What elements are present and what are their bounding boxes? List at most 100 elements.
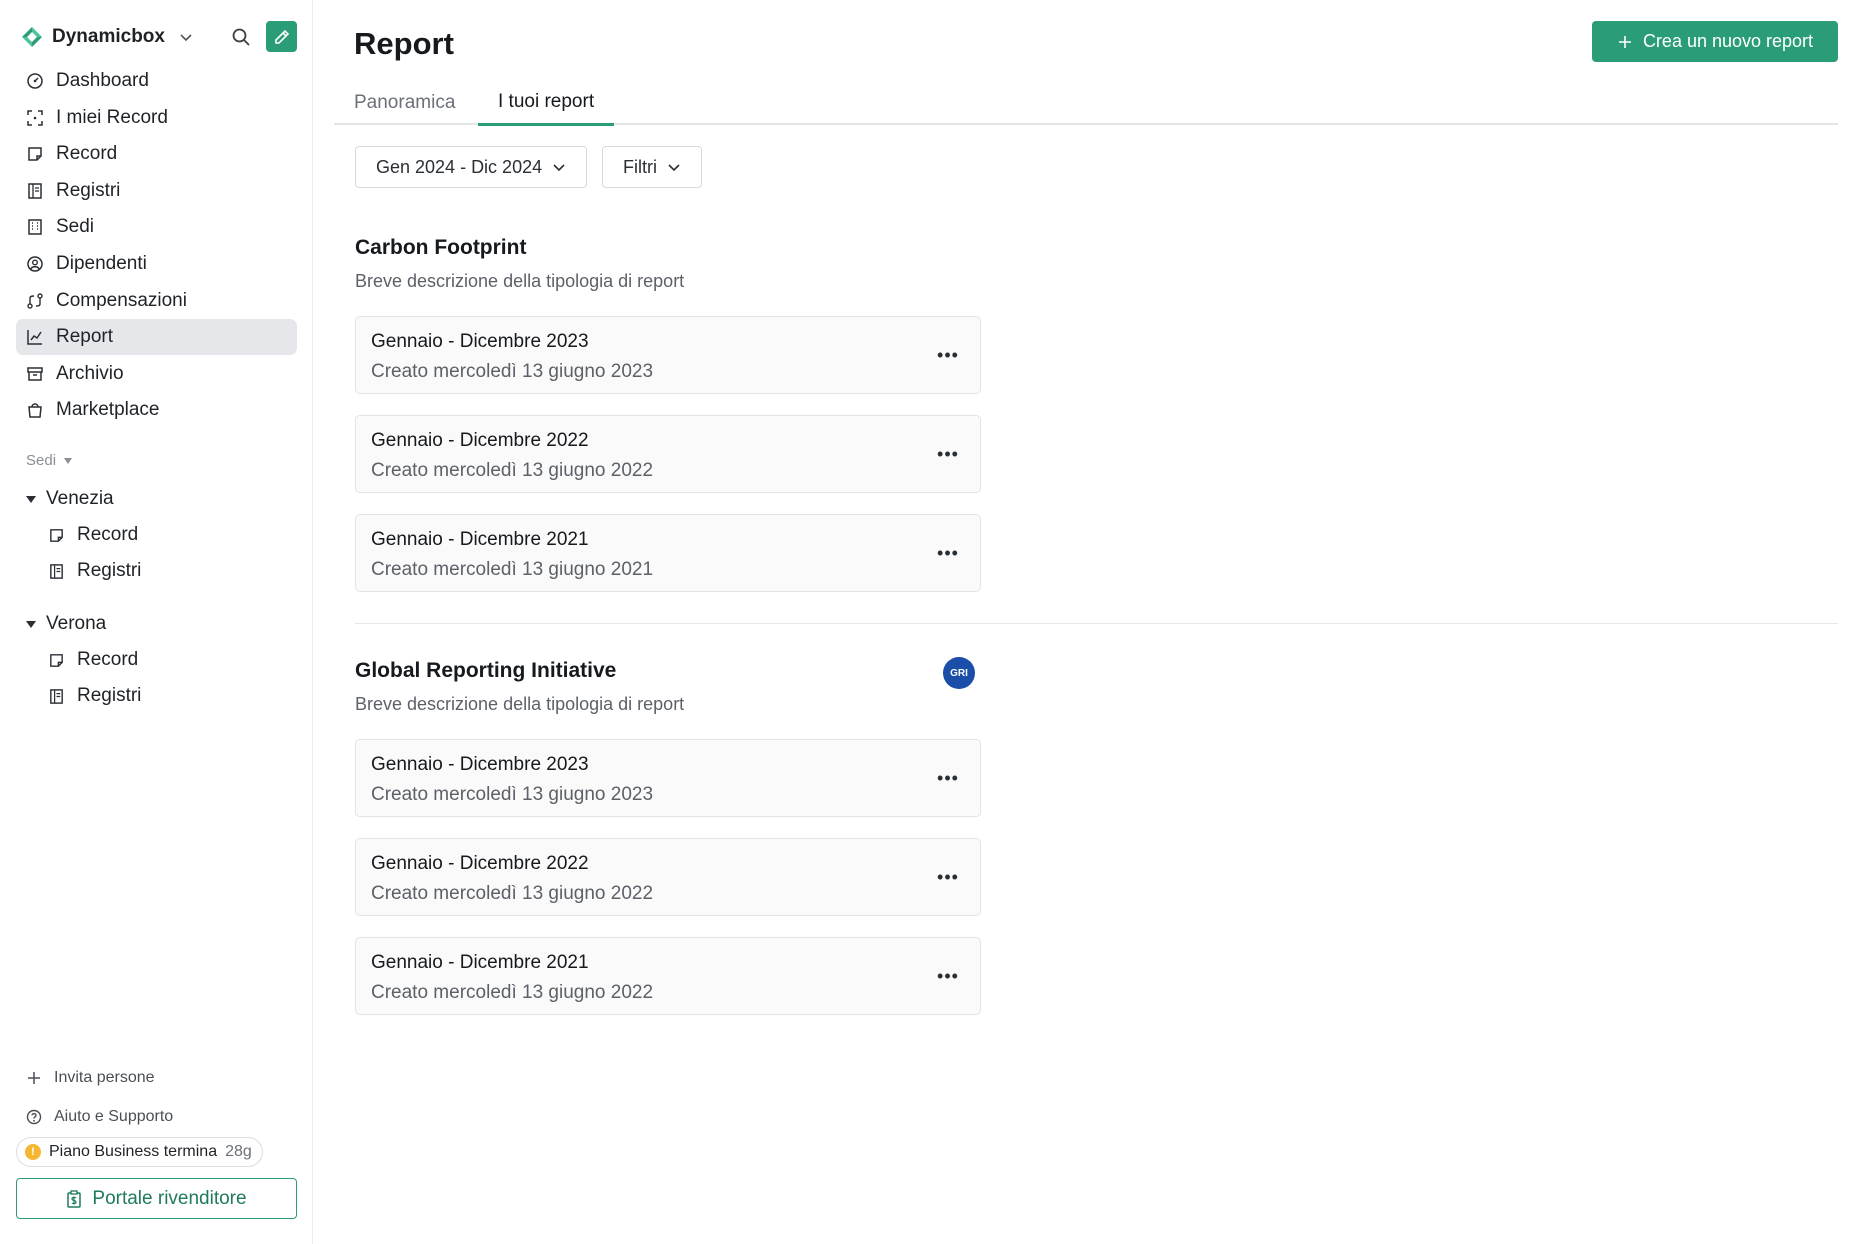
bag-icon xyxy=(28,403,42,419)
help-circle-icon xyxy=(26,1109,42,1125)
section-description: Breve descrizione della tipologia di rep… xyxy=(355,271,685,291)
building-icon xyxy=(28,219,42,236)
nav-item-report[interactable]: Report xyxy=(16,319,297,356)
chevron-down-icon xyxy=(553,164,565,172)
report-card[interactable]: Gennaio - Dicembre 2021 Creato mercoledì… xyxy=(355,514,981,592)
workspace-name: Dynamicbox xyxy=(52,26,165,47)
sedi-section-toggle[interactable]: Sedi xyxy=(26,452,73,469)
location-item-registri[interactable]: Registri xyxy=(26,553,296,589)
location-venezia: Venezia Record Registri xyxy=(26,481,296,589)
nav-item-compensazioni[interactable]: Compensazioni xyxy=(16,283,297,319)
more-options-icon[interactable]: ••• xyxy=(936,343,960,367)
report-card-created: Creato mercoledì 13 giugno 2021 xyxy=(371,559,654,580)
reseller-portal-button[interactable]: Portale rivenditore xyxy=(16,1178,297,1219)
nav-item-dashboard[interactable]: Dashboard xyxy=(16,63,297,99)
report-card-created: Creato mercoledì 13 giugno 2023 xyxy=(371,784,654,805)
location-item-label: Registri xyxy=(77,560,142,581)
archive-icon xyxy=(27,367,43,381)
location-item-record[interactable]: Record xyxy=(26,517,296,553)
nav-item-label: Registri xyxy=(56,179,121,201)
more-options-icon[interactable]: ••• xyxy=(936,766,960,790)
report-card-title: Gennaio - Dicembre 2023 xyxy=(371,331,589,352)
nav-item-label: Dashboard xyxy=(56,70,149,91)
report-card[interactable]: Gennaio - Dicembre 2022 Creato mercoledì… xyxy=(355,838,981,916)
main-nav: Dashboard I miei Record Record Registri … xyxy=(16,63,297,429)
invite-people-label: Invita persone xyxy=(54,1069,155,1086)
section-title: Carbon Footprint xyxy=(355,236,527,259)
report-card-created: Creato mercoledì 13 giugno 2022 xyxy=(371,982,654,1003)
workspace-switcher[interactable]: Dynamicbox xyxy=(20,22,193,52)
more-options-icon[interactable]: ••• xyxy=(936,865,960,889)
clipboard-dollar-icon xyxy=(67,1189,82,1208)
nav-item-label: Dipendenti xyxy=(56,252,147,274)
report-card[interactable]: Gennaio - Dicembre 2023 Creato mercoledì… xyxy=(355,316,981,394)
search-icon xyxy=(232,28,250,46)
main-content: Report Crea un nuovo report Panoramica I… xyxy=(334,0,1838,1244)
location-item-label: Record xyxy=(77,649,139,670)
chevron-down-icon xyxy=(668,164,680,172)
report-card-created: Creato mercoledì 13 giugno 2022 xyxy=(371,460,654,481)
caret-down-icon xyxy=(64,457,73,464)
dashboard-icon xyxy=(27,73,43,89)
location-item-record[interactable]: Record xyxy=(26,642,296,678)
nav-item-marketplace[interactable]: Marketplace xyxy=(16,392,297,428)
ledger-icon xyxy=(50,688,63,704)
nav-item-registri[interactable]: Registri xyxy=(16,173,297,209)
nav-item-sedi[interactable]: Sedi xyxy=(16,209,297,245)
location-verona: Verona Record Registri xyxy=(26,606,296,714)
create-report-label: Crea un nuovo report xyxy=(1642,31,1814,51)
note-icon xyxy=(28,147,42,161)
nav-item-label: Archivio xyxy=(56,362,124,384)
create-report-button[interactable]: Crea un nuovo report xyxy=(1592,21,1838,62)
ledger-icon xyxy=(50,563,63,579)
more-options-icon[interactable]: ••• xyxy=(936,964,960,988)
location-name: Verona xyxy=(46,613,107,634)
dynamicbox-logo-icon xyxy=(22,27,42,47)
location-toggle[interactable]: Venezia xyxy=(26,481,296,517)
exchange-icon xyxy=(27,292,43,309)
report-card[interactable]: Gennaio - Dicembre 2023 Creato mercoledì… xyxy=(355,739,981,817)
plan-status-badge[interactable]: ! Piano Business termina 28g xyxy=(16,1137,263,1167)
report-card-created: Creato mercoledì 13 giugno 2023 xyxy=(371,361,654,382)
nav-item-archivio[interactable]: Archivio xyxy=(16,356,297,392)
tab-bar: Panoramica I tuoi report xyxy=(334,80,1838,126)
tab-panoramica[interactable]: Panoramica xyxy=(334,80,475,125)
location-toggle[interactable]: Verona xyxy=(26,606,296,642)
plan-status-label: Piano Business termina xyxy=(49,1143,218,1160)
report-card-created: Creato mercoledì 13 giugno 2022 xyxy=(371,883,654,904)
section-divider xyxy=(355,623,1838,624)
location-item-label: Registri xyxy=(77,685,142,706)
report-card-title: Gennaio - Dicembre 2022 xyxy=(371,430,589,451)
nav-item-label: I miei Record xyxy=(56,106,168,128)
ledger-icon xyxy=(28,183,42,199)
more-options-icon[interactable]: ••• xyxy=(936,541,960,565)
tab-i-tuoi-report[interactable]: I tuoi report xyxy=(478,80,615,126)
compose-button[interactable] xyxy=(266,21,297,52)
filters-dropdown[interactable]: Filtri xyxy=(602,146,702,188)
nav-item-record[interactable]: Record xyxy=(16,136,297,172)
date-range-value: Gen 2024 - Dic 2024 xyxy=(376,156,543,177)
scan-icon xyxy=(27,109,43,126)
report-card-title: Gennaio - Dicembre 2021 xyxy=(371,529,589,550)
section-description: Breve descrizione della tipologia di rep… xyxy=(355,694,685,714)
nav-item-my-records[interactable]: I miei Record xyxy=(16,100,297,136)
date-range-select[interactable]: Gen 2024 - Dic 2024 xyxy=(355,146,588,188)
note-icon xyxy=(50,653,63,667)
section-title: Global Reporting Initiative xyxy=(355,659,617,682)
nav-item-label: Marketplace xyxy=(56,399,160,421)
location-name: Venezia xyxy=(46,488,114,509)
report-card-title: Gennaio - Dicembre 2022 xyxy=(371,853,589,874)
plus-icon xyxy=(28,1072,40,1084)
location-item-registri[interactable]: Registri xyxy=(26,678,296,714)
help-support-link[interactable]: Aiuto e Supporto xyxy=(26,1108,173,1126)
location-item-label: Record xyxy=(77,524,139,545)
caret-down-icon xyxy=(26,495,36,503)
report-card[interactable]: Gennaio - Dicembre 2022 Creato mercoledì… xyxy=(355,415,981,493)
note-icon xyxy=(50,528,63,542)
nav-item-dipendenti[interactable]: Dipendenti xyxy=(16,246,297,282)
more-options-icon[interactable]: ••• xyxy=(936,442,960,466)
report-card[interactable]: Gennaio - Dicembre 2021 Creato mercoledì… xyxy=(355,937,981,1015)
search-button[interactable] xyxy=(228,24,254,50)
invite-people-link[interactable]: Invita persone xyxy=(26,1069,155,1087)
report-card-title: Gennaio - Dicembre 2021 xyxy=(371,952,589,973)
